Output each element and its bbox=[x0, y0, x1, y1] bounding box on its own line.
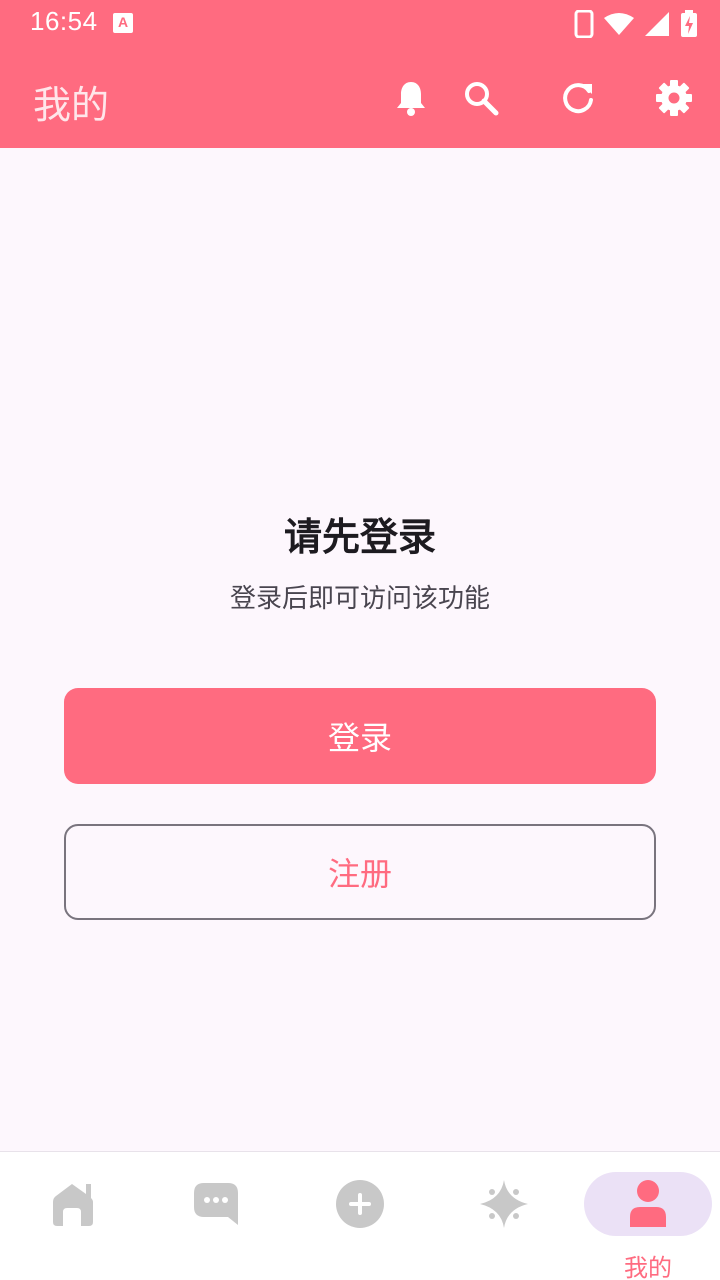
wifi-icon bbox=[604, 13, 634, 35]
nav-icon-container bbox=[8, 1172, 136, 1236]
battery-charging-icon bbox=[681, 10, 697, 37]
status-bar: 16:54 A bbox=[0, 0, 720, 48]
login-prompt: 请先登录 登录后即可访问该功能 登录 注册 bbox=[0, 148, 720, 1151]
login-subheading: 登录后即可访问该功能 bbox=[229, 584, 490, 614]
refresh-button[interactable] bbox=[558, 78, 598, 118]
status-icons bbox=[574, 8, 698, 40]
nav-icon-container bbox=[296, 1172, 424, 1236]
refresh-icon bbox=[563, 83, 593, 114]
gear-icon bbox=[656, 80, 692, 116]
home-icon bbox=[53, 1184, 93, 1226]
bottom-nav: 我的 bbox=[0, 1151, 720, 1280]
status-time: 16:54 bbox=[30, 6, 98, 36]
sparkle-icon bbox=[480, 1180, 528, 1228]
search-button[interactable] bbox=[461, 78, 501, 118]
nav-item-discover[interactable] bbox=[432, 1152, 576, 1280]
nav-icon-active-pill bbox=[584, 1172, 712, 1236]
nav-icon-container bbox=[440, 1172, 568, 1236]
keyboard-a-label: A bbox=[117, 14, 129, 30]
nav-item-mine[interactable]: 我的 bbox=[576, 1152, 720, 1280]
page-title: 我的 bbox=[33, 83, 110, 127]
search-icon bbox=[465, 82, 499, 116]
settings-button[interactable] bbox=[654, 78, 694, 118]
bell-icon bbox=[397, 82, 425, 116]
phone-icon bbox=[574, 10, 594, 38]
notifications-button[interactable] bbox=[391, 78, 431, 118]
nav-item-home[interactable] bbox=[0, 1152, 144, 1280]
register-button[interactable]: 注册 bbox=[64, 824, 656, 920]
signal-icon bbox=[645, 12, 669, 36]
chat-icon bbox=[194, 1183, 238, 1225]
add-circle-icon bbox=[336, 1180, 384, 1228]
nav-icon-container bbox=[152, 1172, 280, 1236]
nav-label-mine: 我的 bbox=[624, 1254, 672, 1280]
person-icon bbox=[630, 1180, 666, 1227]
app-bar: 我的 bbox=[0, 48, 720, 148]
login-heading: 请先登录 bbox=[283, 515, 436, 559]
nav-item-add[interactable] bbox=[288, 1152, 432, 1280]
keyboard-a-icon: A bbox=[113, 13, 133, 33]
login-button[interactable]: 登录 bbox=[64, 688, 656, 784]
nav-item-messages[interactable] bbox=[144, 1152, 288, 1280]
